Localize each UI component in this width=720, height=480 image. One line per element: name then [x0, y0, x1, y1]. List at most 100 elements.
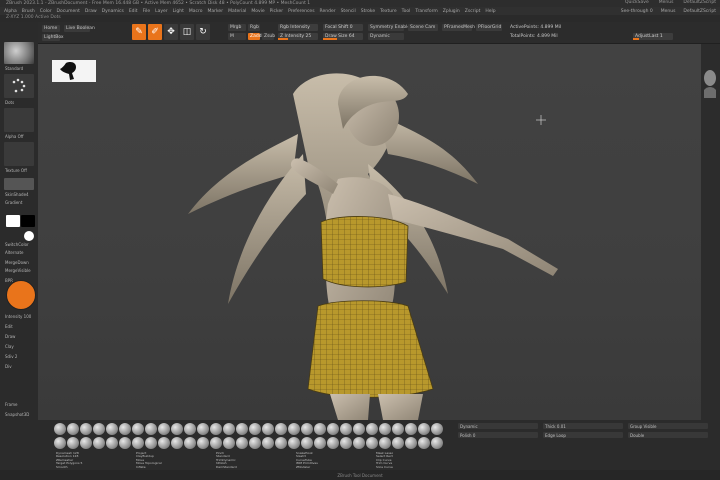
alternate-label[interactable]: Alternate — [5, 250, 23, 255]
geometry-option-button[interactable]: Dynamic — [458, 423, 538, 429]
brush-slot-icon[interactable] — [106, 423, 118, 435]
div-button[interactable]: Div — [5, 364, 12, 369]
brush-slot-icon[interactable] — [223, 437, 235, 449]
brush-slot-icon[interactable] — [340, 423, 352, 435]
brush-slot-icon[interactable] — [418, 423, 430, 435]
brush-slot-icon[interactable] — [353, 437, 365, 449]
menu-tool[interactable]: Tool — [402, 9, 411, 14]
menubar-right-item[interactable]: DefaultZScript — [683, 9, 716, 14]
merge-visible-button[interactable]: MergeVisible — [5, 268, 31, 273]
brush-slot-icon[interactable] — [262, 423, 274, 435]
brush-slot-icon[interactable] — [314, 437, 326, 449]
mrgb-button[interactable]: Mrgb — [228, 24, 246, 31]
brush-slot-icon[interactable] — [145, 437, 157, 449]
brush-slot-icon[interactable] — [249, 437, 261, 449]
move-tool-icon[interactable]: ✥ — [164, 24, 178, 40]
menu-texture[interactable]: Texture — [380, 9, 396, 14]
brush-slot-icon[interactable] — [80, 423, 92, 435]
brush-slot-icon[interactable] — [431, 437, 443, 449]
brush-slot-icon[interactable] — [418, 437, 430, 449]
menu-help[interactable]: Help — [485, 9, 495, 14]
zsub-button[interactable]: Zsub — [262, 33, 275, 40]
brush-name-label[interactable]: Smooth — [54, 465, 130, 469]
menu-zscript[interactable]: Zscript — [465, 9, 481, 14]
menu-material[interactable]: Material — [228, 9, 246, 14]
geometry-option-button[interactable]: Edge Loop — [543, 432, 623, 438]
brush-slot-icon[interactable] — [236, 423, 248, 435]
symmetry-button[interactable]: Symmetry Enabled — [368, 24, 413, 31]
default-script-button[interactable]: DefaultZScript — [683, 0, 716, 5]
brush-name-label[interactable]: ZModeler — [294, 465, 370, 469]
merge-down-button[interactable]: MergeDown — [5, 260, 29, 265]
document-canvas[interactable] — [38, 44, 701, 420]
menu-render[interactable]: Render — [320, 9, 336, 14]
brush-slot-icon[interactable] — [327, 437, 339, 449]
rotate-tool-icon[interactable]: ↻ — [196, 24, 210, 40]
menu-preferences[interactable]: Preferences — [288, 9, 314, 14]
secondary-color-swatch[interactable] — [21, 215, 35, 227]
menu-layer[interactable]: Layer — [155, 9, 168, 14]
geometry-option-button[interactable]: Double — [628, 432, 708, 438]
brush-slot-icon[interactable] — [236, 437, 248, 449]
brush-slot-icon[interactable] — [353, 423, 365, 435]
snapshot-button[interactable]: Snapshot3D — [5, 412, 29, 417]
brush-slot-icon[interactable] — [431, 423, 443, 435]
brush-slot-icon[interactable] — [314, 423, 326, 435]
menu-picker[interactable]: Picker — [270, 9, 283, 14]
rgb-intensity-slider[interactable]: Rgb Intensity — [278, 24, 318, 31]
brush-slot-icon[interactable] — [184, 437, 196, 449]
brush-slot-icon[interactable] — [275, 423, 287, 435]
z-intensity-slider[interactable]: Z Intensity 25 — [278, 33, 318, 40]
brush-slot-icon[interactable] — [288, 437, 300, 449]
dynamic-button[interactable]: Dynamic — [368, 33, 404, 40]
frame-button[interactable]: Frame — [5, 402, 17, 407]
texture-thumbnail[interactable] — [4, 142, 34, 166]
clay-shelf-button[interactable]: Clay — [5, 344, 14, 349]
quicksave-button[interactable]: QuickSave — [625, 0, 649, 5]
menubar-right-item[interactable]: See-through 0 — [621, 9, 653, 14]
draw-shelf-button[interactable]: Draw — [5, 334, 15, 339]
brush-slot-icon[interactable] — [366, 437, 378, 449]
menu-color[interactable]: Color — [40, 9, 52, 14]
brush-slot-icon[interactable] — [301, 423, 313, 435]
brush-slot-icon[interactable] — [405, 423, 417, 435]
brush-slot-icon[interactable] — [249, 423, 261, 435]
menu-document[interactable]: Document — [57, 9, 80, 14]
brush-slot-icon[interactable] — [210, 423, 222, 435]
brush-slot-icon[interactable] — [366, 423, 378, 435]
lightbox-button[interactable]: LightBox — [42, 34, 64, 41]
menu-brush[interactable]: Brush — [22, 9, 35, 14]
menus-toggle[interactable]: Menus — [659, 0, 674, 5]
brush-slot-icon[interactable] — [67, 423, 79, 435]
menu-movie[interactable]: Movie — [251, 9, 264, 14]
orange-sphere-icon[interactable] — [6, 280, 36, 310]
brush-slot-icon[interactable] — [327, 423, 339, 435]
brush-slot-icon[interactable] — [405, 437, 417, 449]
draw-size-slider[interactable]: Draw Size 64 — [323, 33, 363, 40]
brush-slot-icon[interactable] — [93, 423, 105, 435]
stroke-thumbnail[interactable] — [4, 74, 34, 98]
sculpt-model[interactable] — [38, 44, 701, 420]
menu-stroke[interactable]: Stroke — [361, 9, 375, 14]
menu-edit[interactable]: Edit — [129, 9, 138, 14]
brush-slot-icon[interactable] — [119, 437, 131, 449]
brush-slot-icon[interactable] — [171, 437, 183, 449]
home-button[interactable]: Home — [42, 25, 60, 32]
m-button[interactable]: M — [228, 33, 246, 40]
brush-slot-icon[interactable] — [119, 423, 131, 435]
brush-name-label[interactable]: Slice Curve — [374, 465, 450, 469]
geometry-option-button[interactable]: Polish 0 — [458, 432, 538, 438]
head-thumbnail-icon[interactable] — [701, 64, 719, 98]
brush-slot-icon[interactable] — [54, 423, 66, 435]
brush-slot-icon[interactable] — [288, 423, 300, 435]
brush-slot-icon[interactable] — [197, 437, 209, 449]
material-thumbnail[interactable] — [4, 178, 34, 190]
brush-slot-icon[interactable] — [340, 437, 352, 449]
brush-slot-icon[interactable] — [145, 423, 157, 435]
brush-slot-icon[interactable] — [171, 423, 183, 435]
geometry-option-button[interactable]: Thick 0.01 — [543, 423, 623, 429]
brush-slot-icon[interactable] — [392, 437, 404, 449]
edit-shelf-button[interactable]: Edit — [5, 324, 13, 329]
menu-light[interactable]: Light — [173, 9, 184, 14]
geometry-option-button[interactable]: Group Visible — [628, 423, 708, 429]
